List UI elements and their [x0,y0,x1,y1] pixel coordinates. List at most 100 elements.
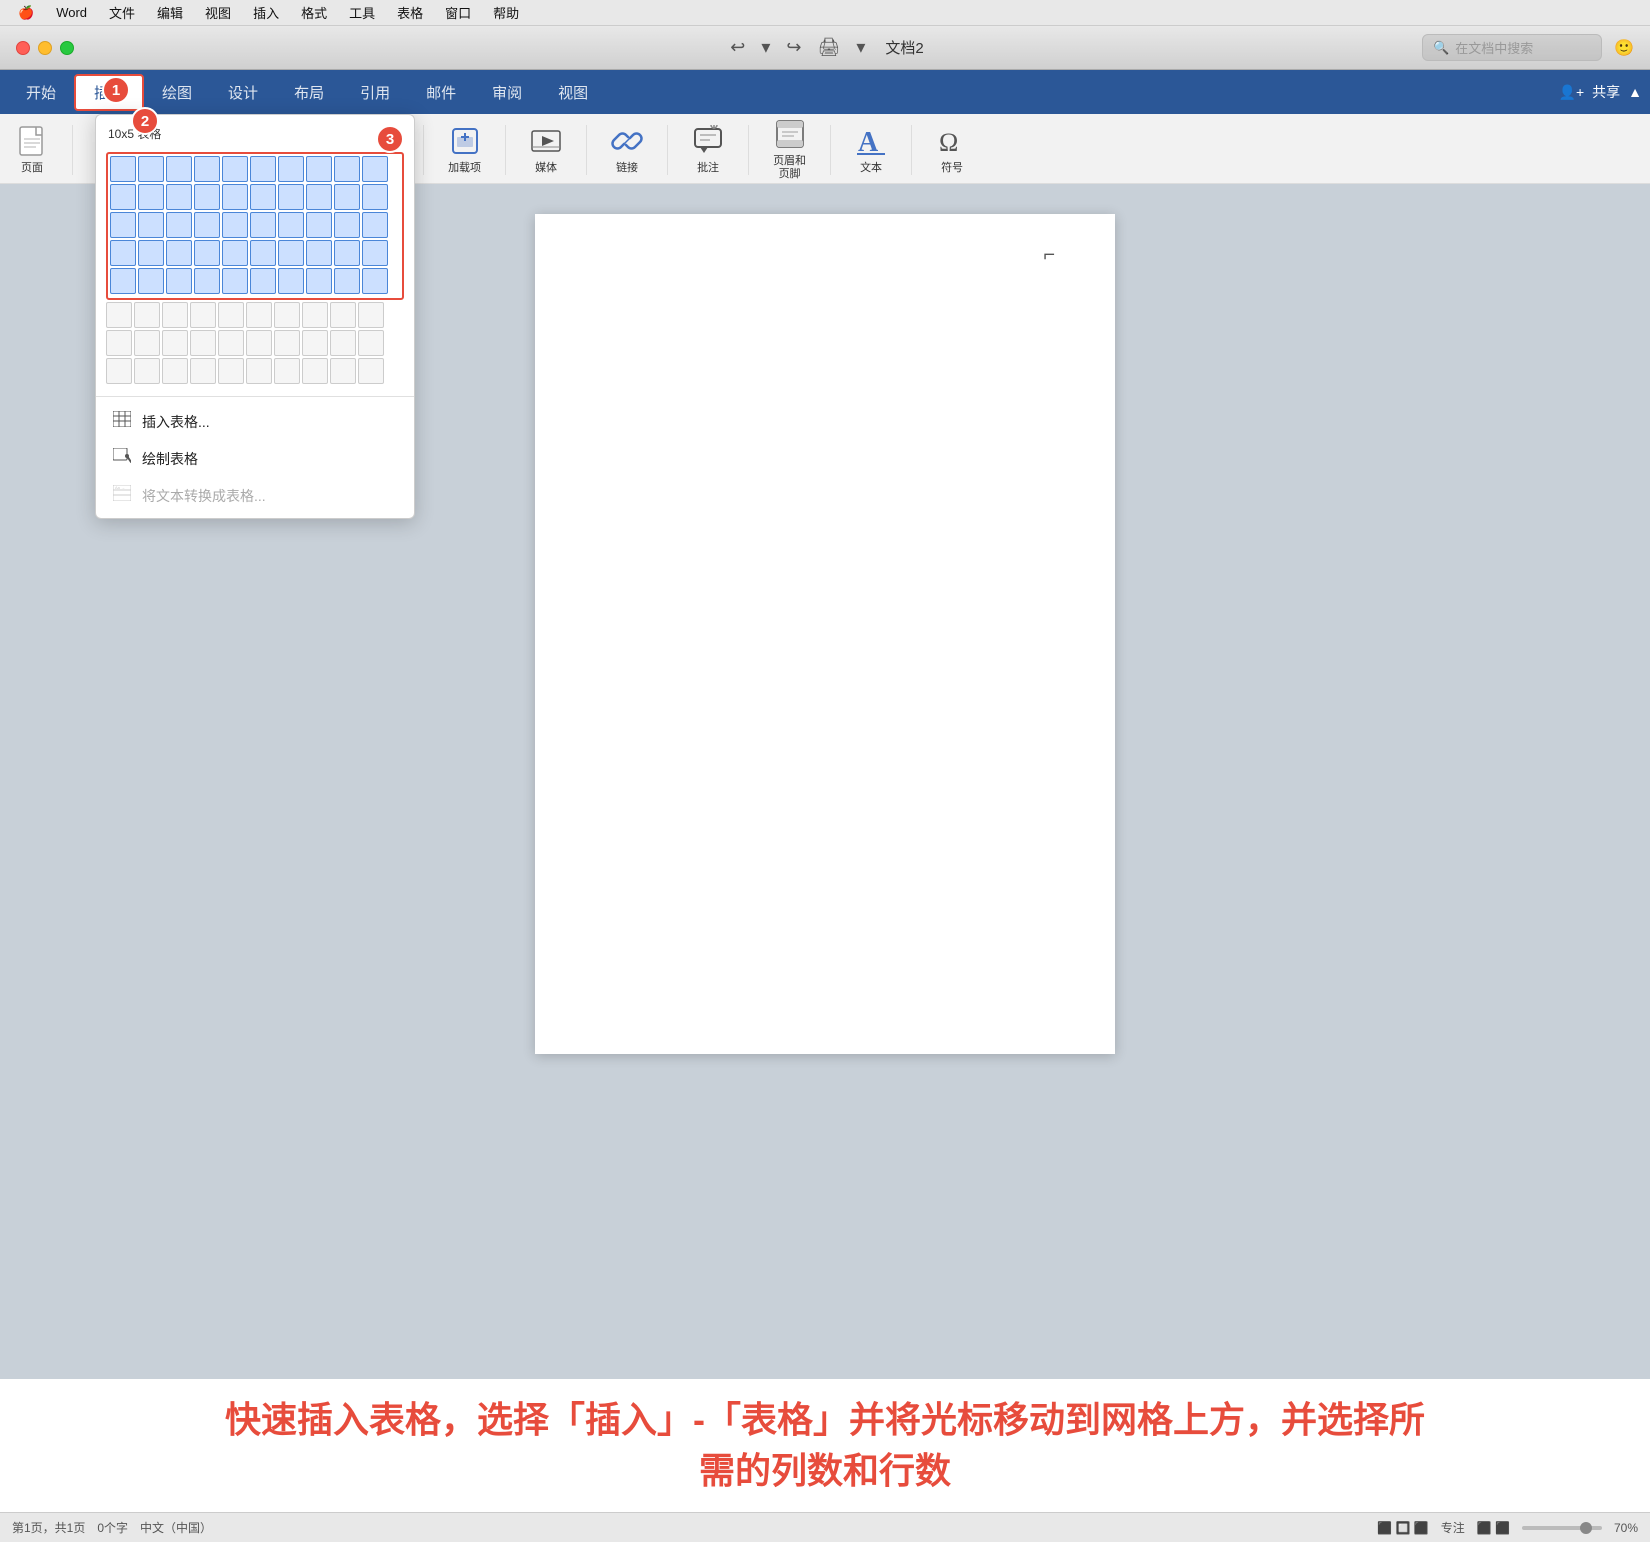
grid-cell[interactable] [190,302,216,328]
grid-cell[interactable] [166,212,192,238]
grid-cell[interactable] [274,302,300,328]
grid-cell[interactable] [218,358,244,384]
text-button[interactable]: A 文本 [847,121,895,179]
tab-review[interactable]: 审阅 [474,76,540,109]
focus-mode[interactable]: 专注 [1441,1519,1465,1536]
symbol-button[interactable]: Ω 符号 [928,121,976,179]
grid-cell[interactable] [250,240,276,266]
grid-cell[interactable] [334,184,360,210]
print-button[interactable]: 🖨 [813,35,844,60]
grid-cell[interactable] [334,156,360,182]
grid-cell[interactable] [134,358,160,384]
menu-insert[interactable]: 插入 [243,1,289,24]
grid-cell[interactable] [362,240,388,266]
grid-cell[interactable] [358,302,384,328]
grid-cell[interactable] [250,212,276,238]
grid-cell[interactable] [162,302,188,328]
grid-cell[interactable] [166,268,192,294]
grid-cell[interactable] [278,212,304,238]
grid-cell[interactable] [134,302,160,328]
grid-cell[interactable] [162,358,188,384]
tab-design[interactable]: 设计 [210,76,276,109]
grid-cell[interactable] [166,240,192,266]
grid-cell[interactable] [306,184,332,210]
menu-word[interactable]: Word [46,3,97,22]
more-tools[interactable]: ▾ [852,35,869,60]
menu-file[interactable]: 文件 [99,1,145,24]
grid-row-selected-0[interactable] [110,156,400,182]
media-button[interactable]: 媒体 [522,121,570,179]
grid-cell[interactable] [246,358,272,384]
tab-references[interactable]: 引用 [342,76,408,109]
grid-cell[interactable] [250,268,276,294]
grid-cell[interactable] [194,184,220,210]
collapse-icon[interactable]: ▲ [1628,84,1642,100]
comment-button[interactable]: 批注 [684,121,732,179]
menu-view[interactable]: 视图 [195,1,241,24]
grid-cell[interactable] [330,302,356,328]
minimize-button[interactable] [38,41,52,55]
grid-cell[interactable] [222,156,248,182]
grid-cell[interactable] [194,212,220,238]
grid-cell[interactable] [250,184,276,210]
undo-dropdown[interactable]: ▾ [757,35,774,60]
grid-cell[interactable] [110,212,136,238]
grid-cell[interactable] [110,184,136,210]
grid-cell[interactable] [190,330,216,356]
grid-cell[interactable] [110,268,136,294]
header-footer-button[interactable]: 页眉和 页脚 [765,114,814,185]
grid-cell[interactable] [302,302,328,328]
grid-cell[interactable] [362,156,388,182]
grid-cell[interactable] [106,330,132,356]
menu-tools[interactable]: 工具 [339,1,385,24]
fullscreen-button[interactable] [60,41,74,55]
grid-cell[interactable] [138,268,164,294]
grid-row-selected-4[interactable] [110,268,400,294]
grid-cell[interactable] [330,358,356,384]
grid-cell[interactable] [362,212,388,238]
grid-cell[interactable] [278,184,304,210]
grid-cell[interactable] [246,302,272,328]
grid-cell[interactable] [274,358,300,384]
zoom-slider[interactable] [1522,1526,1602,1530]
menu-window[interactable]: 窗口 [435,1,481,24]
menu-help[interactable]: 帮助 [483,1,529,24]
grid-cell[interactable] [334,212,360,238]
link-button[interactable]: 链接 [603,121,651,179]
grid-cell[interactable] [222,184,248,210]
grid-cell[interactable] [302,330,328,356]
grid-row-unselected-5[interactable] [106,302,404,328]
grid-cell[interactable] [110,156,136,182]
grid-cell[interactable] [134,330,160,356]
grid-cell[interactable] [330,330,356,356]
grid-cell[interactable] [222,212,248,238]
page-button[interactable]: 页面 [8,121,56,179]
table-dropdown[interactable]: 10x5 表格 3 插入表格... [95,114,415,519]
grid-cell[interactable] [278,240,304,266]
grid-cell[interactable] [106,358,132,384]
close-button[interactable] [16,41,30,55]
grid-cell[interactable] [106,302,132,328]
grid-row-selected-3[interactable] [110,240,400,266]
grid-cell[interactable] [138,184,164,210]
grid-cell[interactable] [306,268,332,294]
tab-mail[interactable]: 邮件 [408,76,474,109]
menu-edit[interactable]: 编辑 [147,1,193,24]
grid-cell[interactable] [274,330,300,356]
grid-cell[interactable] [250,156,276,182]
grid-cell[interactable] [166,184,192,210]
tab-view[interactable]: 视图 [540,76,606,109]
undo-button[interactable]: ↩ [726,35,749,60]
grid-cell[interactable] [362,268,388,294]
draw-table-action[interactable]: 绘制表格 [96,440,414,477]
grid-cell[interactable] [138,212,164,238]
tab-draw[interactable]: 绘图 [144,76,210,109]
grid-row-selected-2[interactable] [110,212,400,238]
grid-cell[interactable] [278,268,304,294]
grid-cell[interactable] [218,330,244,356]
grid-cell[interactable] [138,240,164,266]
grid-cell[interactable] [246,330,272,356]
grid-row-unselected-6[interactable] [106,330,404,356]
menu-format[interactable]: 格式 [291,1,337,24]
grid-cell[interactable] [110,240,136,266]
